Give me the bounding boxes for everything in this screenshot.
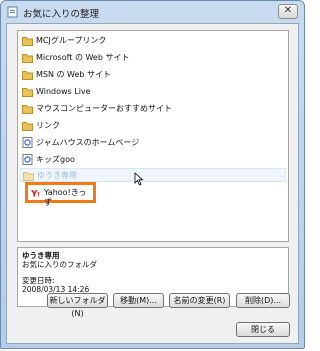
rename-button[interactable]: 名前の変更(R) <box>169 293 230 308</box>
tree-item-label: マウスコンピューターおすすめサイト <box>36 104 172 113</box>
delete-button[interactable]: 削除(D)... <box>236 293 290 308</box>
dragged-favorite-yahoo-kids[interactable]: Y ! Yahoo!きっず <box>25 182 96 207</box>
selected-item-name: ゆうき専用 <box>22 251 60 260</box>
tree-item-label: MSN の Web サイト <box>36 70 112 79</box>
favorites-page-icon <box>7 6 18 18</box>
close-window-button[interactable]: ✕ <box>278 4 298 19</box>
folder-icon <box>23 172 34 181</box>
tree-item-label: キッズgoo <box>36 155 75 164</box>
tree-item-label: Microsoft の Web サイト <box>36 53 130 62</box>
yahoo-kids-icon: Y ! <box>31 188 42 198</box>
folder-icon <box>22 54 33 63</box>
title-bar[interactable]: お気に入りの整理 ✕ <box>1 1 304 23</box>
organize-favorites-dialog: お気に入りの整理 ✕ MCJグループリンク Microsoft の Web サイ… <box>0 0 305 349</box>
move-button[interactable]: 移動(M)... <box>113 293 164 308</box>
dragged-item-label: Yahoo!きっず <box>44 188 87 207</box>
new-folder-button[interactable]: 新しいフォルダ(N) <box>47 293 108 318</box>
dialog-body: MCJグループリンク Microsoft の Web サイト MSN の Web… <box>6 23 299 344</box>
svg-text:!: ! <box>37 192 40 199</box>
window-title: お気に入りの整理 <box>23 9 100 20</box>
tree-item-label: Windows Live <box>36 87 91 96</box>
ie-page-icon <box>22 137 33 148</box>
ie-page-icon <box>22 154 33 165</box>
folder-icon <box>22 37 33 46</box>
tree-item-label: ジャムハウスのホームページ <box>36 138 140 147</box>
close-button[interactable]: 閉じる <box>236 322 290 337</box>
folder-icon <box>22 105 33 114</box>
modified-label: 変更日時: <box>22 276 55 285</box>
favorites-tree[interactable]: MCJグループリンク Microsoft の Web サイト MSN の Web… <box>17 30 289 242</box>
tree-item-label: リンク <box>36 121 60 130</box>
selected-item-type: お気に入りのフォルダ <box>22 260 97 269</box>
tree-item-yuuki[interactable]: ゆうき専用 <box>20 168 286 182</box>
close-icon: ✕ <box>283 5 293 16</box>
folder-icon <box>22 88 33 97</box>
folder-icon <box>22 71 33 80</box>
folder-icon <box>22 122 33 131</box>
mouse-cursor-icon <box>134 172 144 186</box>
tree-item-label: ゆうき専用 <box>37 171 77 180</box>
tree-item-label: MCJグループリンク <box>36 36 107 45</box>
